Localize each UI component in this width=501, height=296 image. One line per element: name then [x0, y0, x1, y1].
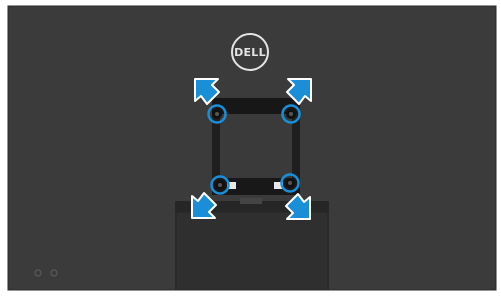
- dell-logo-text: DELL: [234, 46, 266, 59]
- monitor-back-illustration: DELL: [0, 0, 501, 296]
- monitor-back-diagram: DELL: [7, 5, 497, 291]
